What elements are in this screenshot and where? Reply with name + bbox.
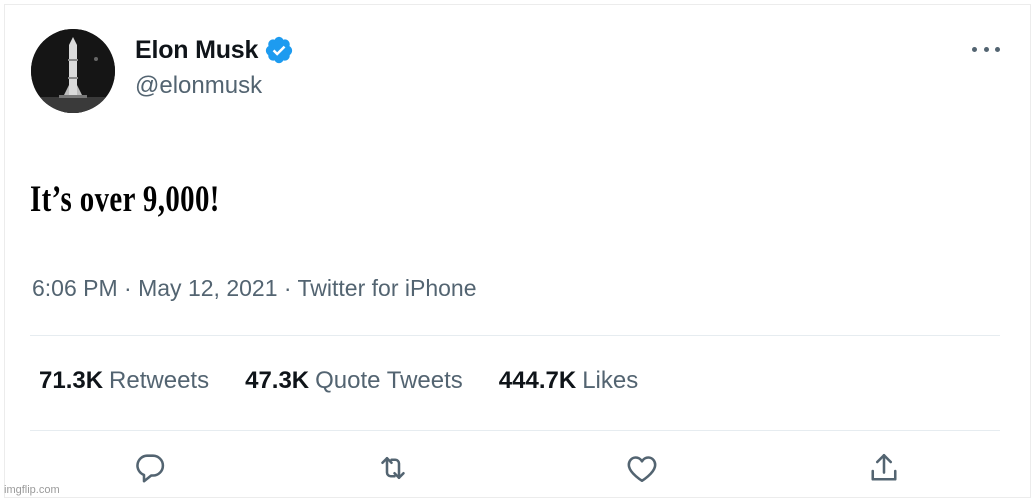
tweet-source[interactable]: Twitter for iPhone bbox=[298, 275, 477, 301]
author-name-row: Elon Musk bbox=[135, 35, 294, 65]
tweet-card: Elon Musk @elonmusk It’s over 9,000! 6:0… bbox=[4, 4, 1031, 498]
quote-tweets-label: Quote Tweets bbox=[315, 367, 463, 394]
rocket-avatar-icon bbox=[31, 29, 115, 113]
author-name[interactable]: Elon Musk bbox=[135, 36, 258, 65]
tweet-stats: 71.3K Retweets 47.3K Quote Tweets 444.7K Li… bbox=[39, 367, 638, 395]
verified-badge-icon bbox=[264, 35, 294, 65]
avatar[interactable] bbox=[31, 29, 115, 113]
more-options-icon[interactable] bbox=[972, 39, 1000, 59]
tweet-text: It’s over 9,000! bbox=[30, 179, 220, 220]
tweet-meta: 6:06 PM · May 12, 2021 · Twitter for iPh… bbox=[32, 275, 476, 302]
share-icon[interactable] bbox=[866, 450, 902, 486]
retweet-icon[interactable] bbox=[375, 450, 411, 486]
retweets-stat[interactable]: 71.3K Retweets bbox=[39, 367, 209, 395]
quote-tweets-count: 47.3K bbox=[245, 367, 310, 394]
divider bbox=[30, 335, 1000, 336]
likes-count: 444.7K bbox=[498, 367, 577, 394]
watermark: imgflip.com bbox=[4, 484, 60, 496]
tweet-time[interactable]: 6:06 PM bbox=[32, 275, 118, 301]
quote-tweets-stat[interactable]: 47.3K Quote Tweets bbox=[245, 367, 463, 395]
retweets-count: 71.3K bbox=[39, 367, 104, 394]
likes-stat[interactable]: 444.7K Likes bbox=[499, 367, 638, 395]
tweet-date[interactable]: May 12, 2021 bbox=[138, 275, 277, 301]
author-handle[interactable]: @elonmusk bbox=[135, 72, 262, 100]
retweets-label: Retweets bbox=[109, 367, 210, 394]
divider bbox=[30, 430, 1000, 431]
likes-label: Likes bbox=[582, 367, 639, 394]
reply-icon[interactable] bbox=[132, 450, 168, 486]
meta-separator: · bbox=[124, 275, 139, 301]
like-icon[interactable] bbox=[624, 450, 660, 486]
meta-separator: · bbox=[283, 275, 298, 301]
